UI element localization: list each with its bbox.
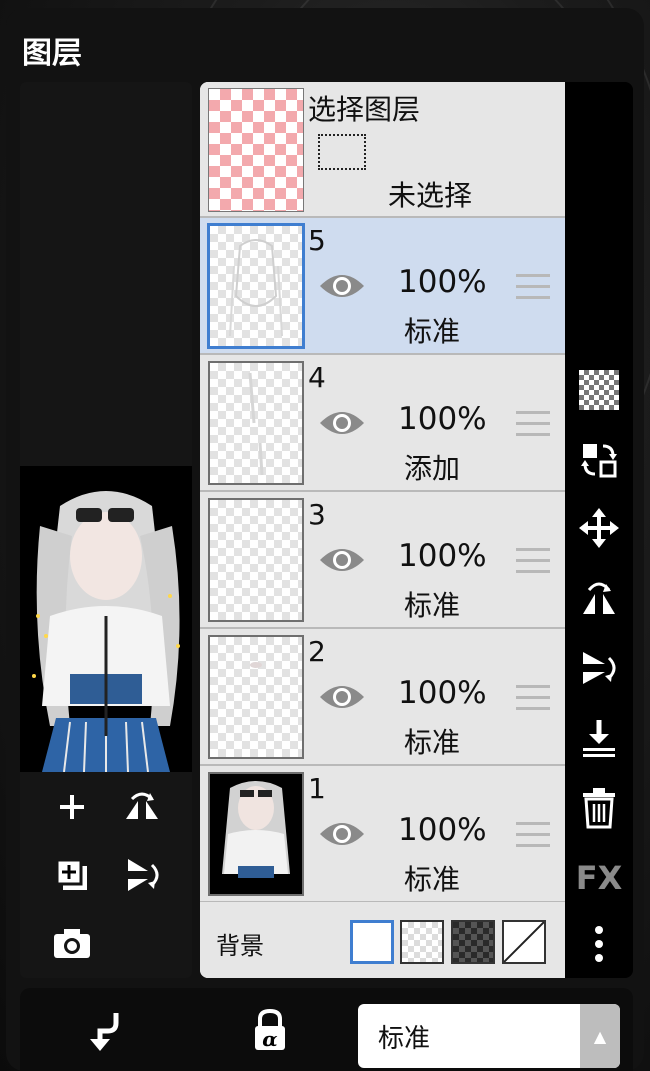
clip-button[interactable] [76,1002,136,1058]
layer-blend-mode: 标准 [404,726,461,759]
layer-thumbnail [208,361,304,485]
canvas-preview[interactable] [20,466,192,773]
layer-opacity[interactable]: 100% [398,401,487,437]
flip-horizontal-left-button[interactable] [112,782,172,832]
panel-title: 图层 [22,36,82,71]
background-transparent-swatch[interactable] [400,920,444,964]
fx-icon: FX [575,859,623,897]
selection-layer-status: 未选择 [388,179,473,212]
layer-list: 选择图层 未选择 5 100% 标准 4 100% 添加 3 100% 标准 2… [200,82,565,978]
flip-vertical-icon [583,652,616,684]
blend-mode-dropdown[interactable]: 标准 ▲ [358,1004,620,1068]
layer-number: 4 [308,361,326,394]
transparency-button[interactable] [573,364,625,416]
layer-thumbnail [208,772,304,896]
selection-layer-title: 选择图层 [308,93,421,126]
layer-blend-mode: 添加 [404,452,461,485]
diagonal-slash-icon [503,921,545,963]
bottom-bar: α 标准 ▲ [20,988,633,1071]
layer-blend-mode: 标准 [404,863,461,896]
drag-handle-icon[interactable] [516,822,550,850]
layer-thumbnail [208,635,304,759]
drag-handle-icon[interactable] [516,274,550,302]
layer-thumbnail [208,498,304,622]
swap-layer-button[interactable] [573,434,625,486]
flip-vertical-left-button[interactable] [112,850,172,900]
right-toolbar: FX [565,82,633,978]
background-none-swatch[interactable] [502,920,546,964]
layer-number: 5 [308,224,326,257]
dropdown-arrow-icon: ▲ [580,1004,620,1068]
flip-horizontal-icon [126,792,158,819]
svg-text:α: α [262,1027,277,1051]
flip-vertical-icon [128,859,159,891]
layer-row-1[interactable]: 1 100% 标准 [200,766,565,903]
selection-marquee-icon [318,134,366,170]
layer-thumbnail-art [210,774,302,894]
move-icon [579,508,619,548]
add-canvas-layer-button[interactable] [42,850,102,900]
visibility-eye-icon[interactable] [318,270,366,302]
camera-button[interactable] [42,918,102,968]
visibility-eye-icon[interactable] [318,544,366,576]
background-label: 背景 [216,932,264,960]
flip-vertical-button[interactable] [573,642,625,694]
merge-down-icon [583,720,615,757]
background-dark-checker-swatch[interactable] [451,920,495,964]
background-row: 背景 [200,902,565,978]
selection-layer-row[interactable]: 选择图层 未选择 [200,82,565,218]
delete-layer-button[interactable] [573,782,625,834]
alpha-lock-icon: α [255,1009,285,1051]
swap-icon [581,444,617,478]
more-button[interactable] [573,918,625,970]
layer-opacity[interactable]: 100% [398,812,487,848]
background-white-swatch[interactable] [350,920,394,964]
layer-row-2[interactable]: 2 100% 标准 [200,629,565,766]
app-root: 图层 选择图层 未选择 5 100% 标准 4 100% 添加 3 100% 标… [0,0,650,1071]
transparency-icon [579,370,619,410]
add-layer-icon [60,795,84,819]
layer-row-3[interactable]: 3 100% 标准 [200,492,565,629]
layer-thumbnail [207,223,305,349]
layer-thumbnail-art [248,372,264,476]
move-button[interactable] [573,502,625,554]
drag-handle-icon[interactable] [516,411,550,439]
visibility-eye-icon[interactable] [318,681,366,713]
layer-number: 3 [308,498,326,531]
layer-opacity[interactable]: 100% [398,538,487,574]
alpha-lock-button[interactable]: α [240,1002,300,1058]
add-layer-button[interactable] [42,782,102,832]
merge-down-button[interactable] [573,712,625,764]
add-canvas-icon [55,858,87,890]
selection-layer-thumbnail [208,88,304,212]
flip-horizontal-icon [583,582,615,614]
layer-thumbnail-art [250,662,262,668]
blend-mode-value: 标准 [378,1024,431,1054]
camera-icon [54,929,90,958]
layer-number: 1 [308,772,326,805]
layer-thumbnail-art [229,239,283,337]
layer-row-5[interactable]: 5 100% 标准 [200,218,565,355]
clip-icon [90,1013,119,1051]
flip-horizontal-button[interactable] [573,572,625,624]
character-preview-image [20,466,192,773]
layer-blend-mode: 标准 [404,589,461,622]
drag-handle-icon[interactable] [516,548,550,576]
visibility-eye-icon[interactable] [318,818,366,850]
visibility-eye-icon[interactable] [318,407,366,439]
layer-opacity[interactable]: 100% [398,675,487,711]
layer-row-4[interactable]: 4 100% 添加 [200,355,565,492]
trash-icon [583,788,615,829]
drag-handle-icon[interactable] [516,685,550,713]
layer-number: 2 [308,635,326,668]
more-icon [595,926,603,962]
left-column [20,82,192,978]
fx-button[interactable]: FX [573,852,625,904]
layer-blend-mode: 标准 [404,315,461,348]
layer-opacity[interactable]: 100% [398,264,487,300]
